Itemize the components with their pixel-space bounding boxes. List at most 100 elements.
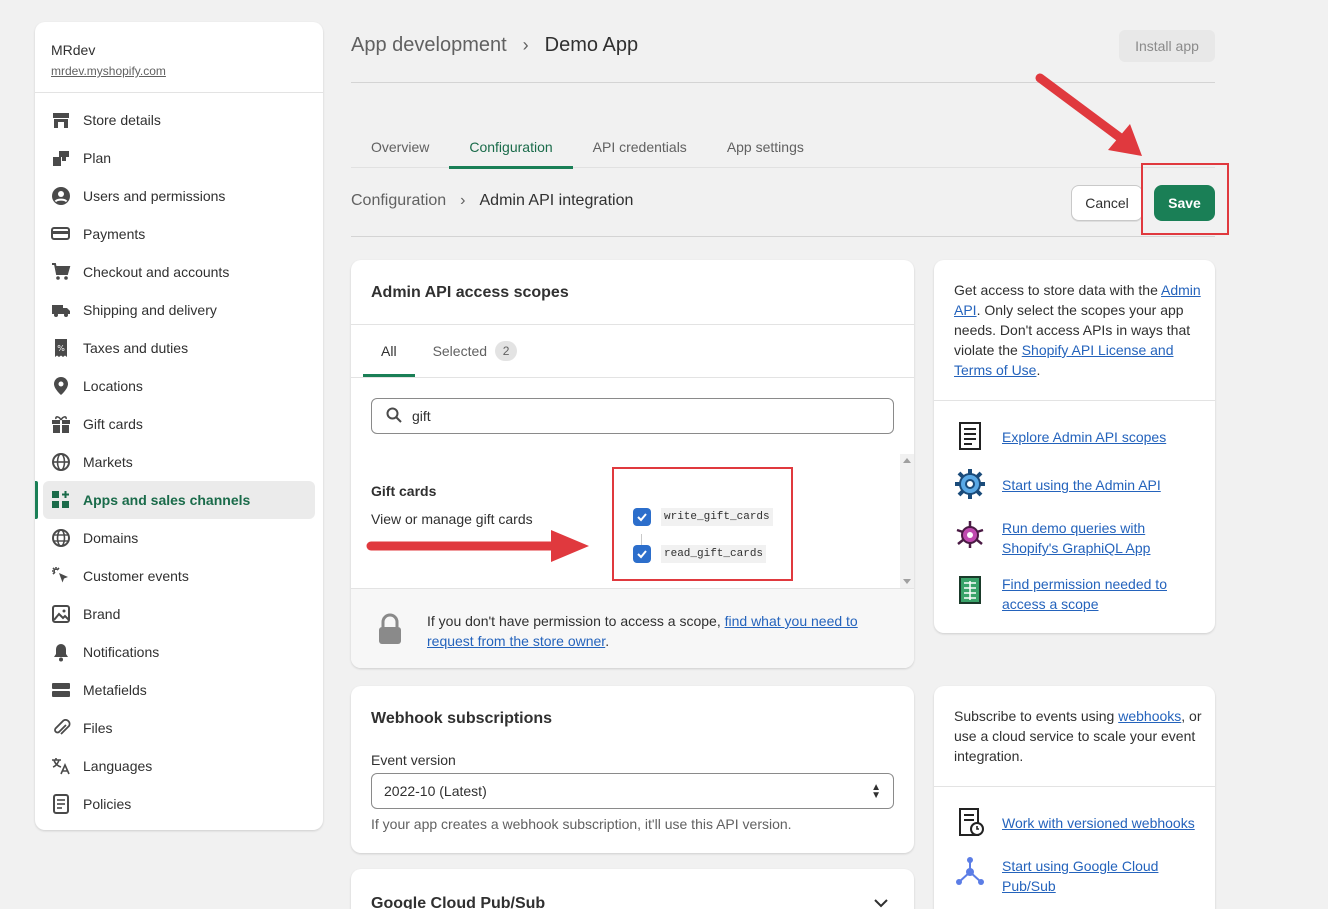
scope-group-description: View or manage gift cards	[371, 511, 533, 527]
sidebar-item-users[interactable]: Users and permissions	[43, 177, 315, 215]
sidebar-item-languages[interactable]: Languages	[43, 747, 315, 785]
webhook-info-card: Subscribe to events using webhooks, or u…	[934, 686, 1215, 909]
resource-link-row[interactable]: Run demo queries with Shopify's GraphiQL…	[954, 518, 1202, 558]
scope-tabs: All Selected 2	[363, 324, 535, 377]
resource-link-row[interactable]: Work with versioned webhooks	[954, 806, 1202, 838]
sidebar-item-metafields[interactable]: Metafields	[43, 671, 315, 709]
search-icon	[386, 407, 402, 426]
scrollbar[interactable]	[900, 454, 914, 588]
location-icon	[51, 376, 71, 396]
annotation-arrow-checkboxes	[366, 530, 589, 562]
sidebar-item-markets[interactable]: Markets	[43, 443, 315, 481]
truck-icon	[51, 300, 71, 320]
webhook-info-text: Subscribe to events using webhooks, or u…	[954, 708, 1202, 764]
annotation-arrow-save	[1035, 73, 1142, 156]
scroll-document-icon	[954, 420, 986, 452]
resource-link-row[interactable]: Find permission needed to access a scope	[954, 574, 1202, 614]
gear-icon	[954, 468, 986, 500]
sidebar-item-domains[interactable]: Domains	[43, 519, 315, 557]
scope-search[interactable]	[371, 398, 894, 434]
sidebar-item-gift-cards[interactable]: Gift cards	[43, 405, 315, 443]
store-icon	[51, 110, 71, 130]
svg-text:%: %	[57, 344, 65, 353]
apps-icon	[51, 490, 71, 510]
find-permission-scope-link[interactable]: Find permission needed to access a scope	[1002, 574, 1202, 614]
chevron-right-icon: ›	[522, 35, 529, 55]
chevron-down-icon[interactable]	[874, 895, 888, 909]
section-title: Admin API integration	[479, 192, 634, 209]
sidebar-item-locations[interactable]: Locations	[43, 367, 315, 405]
info-text: Get access to store data with the Admin …	[954, 282, 1201, 378]
permission-text: If you don't have permission to access a…	[427, 613, 858, 649]
tab-all-scopes[interactable]: All	[363, 324, 415, 377]
metafields-icon	[51, 680, 71, 700]
permission-footer: If you don't have permission to access a…	[351, 588, 914, 668]
sidebar-item-plan[interactable]: Plan	[43, 139, 315, 177]
event-version-select[interactable]: 2022-10 (Latest) ▲ ▼	[371, 773, 894, 809]
resource-link-row[interactable]: Explore Admin API scopes	[954, 420, 1202, 452]
sidebar-item-shipping[interactable]: Shipping and delivery	[43, 291, 315, 329]
gift-icon	[51, 414, 71, 434]
sidebar-item-files[interactable]: Files	[43, 709, 315, 747]
tab-overview[interactable]: Overview	[351, 126, 449, 168]
domain-icon	[51, 528, 71, 548]
search-input[interactable]	[412, 408, 872, 424]
lock-icon	[377, 613, 403, 648]
sub-header: Configuration › Admin API integration Ca…	[351, 182, 1215, 237]
translate-icon	[51, 756, 71, 776]
demo-queries-link[interactable]: Run demo queries with Shopify's GraphiQL…	[1002, 518, 1202, 558]
webhook-subscriptions-card: Webhook subscriptions Event version 2022…	[351, 686, 914, 853]
install-app-button[interactable]: Install app	[1119, 30, 1215, 62]
resource-link-row[interactable]: Start using Google Cloud Pub/Sub	[954, 856, 1202, 896]
bell-icon	[51, 642, 71, 662]
select-arrows-icon: ▲ ▼	[871, 782, 881, 801]
versioned-webhooks-link[interactable]: Work with versioned webhooks	[1002, 813, 1202, 833]
sidebar-item-policies[interactable]: Policies	[43, 785, 315, 823]
sidebar-item-apps[interactable]: Apps and sales channels	[35, 481, 315, 519]
webhooks-link[interactable]: webhooks	[1118, 708, 1181, 724]
sidebar-item-brand[interactable]: Brand	[43, 595, 315, 633]
plan-icon	[51, 148, 71, 168]
chevron-right-icon: ›	[460, 192, 466, 209]
sidebar-item-payments[interactable]: Payments	[43, 215, 315, 253]
cursor-icon	[51, 566, 71, 586]
payments-icon	[51, 224, 71, 244]
sub-breadcrumb-parent[interactable]: Configuration	[351, 192, 446, 210]
breadcrumb: App development › Demo App	[351, 34, 638, 57]
pubsub-icon	[954, 856, 986, 888]
sidebar-item-checkout[interactable]: Checkout and accounts	[43, 253, 315, 291]
annotation-box-save	[1141, 163, 1229, 235]
admin-api-scopes-card: Admin API access scopes All Selected 2 Gi…	[351, 260, 914, 668]
sidebar-item-store-details[interactable]: Store details	[43, 101, 315, 139]
sidebar-item-notifications[interactable]: Notifications	[43, 633, 315, 671]
pubsub-card-title: Google Cloud Pub/Sub	[371, 895, 546, 909]
selected-count-badge: 2	[495, 340, 518, 361]
cart-icon	[51, 262, 71, 282]
resource-link-row[interactable]: Start using the Admin API	[954, 468, 1202, 500]
store-url[interactable]: mrdev.myshopify.com	[51, 64, 307, 78]
scope-group-title: Gift cards	[371, 483, 437, 499]
tab-api-credentials[interactable]: API credentials	[573, 126, 707, 168]
document-clock-icon	[954, 806, 986, 838]
tab-configuration[interactable]: Configuration	[449, 126, 573, 169]
sidebar-item-taxes[interactable]: % Taxes and duties	[43, 329, 315, 367]
store-header: MRdev mrdev.myshopify.com	[35, 22, 323, 93]
sidebar-item-customer-events[interactable]: Customer events	[43, 557, 315, 595]
google-pubsub-link[interactable]: Start using Google Cloud Pub/Sub	[1002, 856, 1202, 896]
globe-icon	[51, 452, 71, 472]
paperclip-icon	[51, 718, 71, 738]
graphql-bug-icon	[954, 518, 986, 550]
tab-selected-scopes[interactable]: Selected 2	[415, 324, 535, 377]
cancel-button[interactable]: Cancel	[1071, 185, 1143, 221]
annotation-box-checkboxes	[612, 467, 793, 581]
store-name: MRdev	[51, 42, 96, 58]
start-admin-api-link[interactable]: Start using the Admin API	[1002, 475, 1202, 495]
tab-app-settings[interactable]: App settings	[707, 126, 824, 168]
divider	[934, 786, 1215, 787]
explore-scopes-link[interactable]: Explore Admin API scopes	[1002, 427, 1202, 447]
divider	[351, 377, 914, 378]
settings-sidebar: MRdev mrdev.myshopify.com Store details …	[35, 22, 323, 830]
breadcrumb-parent[interactable]: App development	[351, 34, 507, 57]
sidebar-nav: Store details Plan Users and permissions…	[35, 93, 323, 831]
google-pubsub-card[interactable]: Google Cloud Pub/Sub	[351, 869, 914, 909]
